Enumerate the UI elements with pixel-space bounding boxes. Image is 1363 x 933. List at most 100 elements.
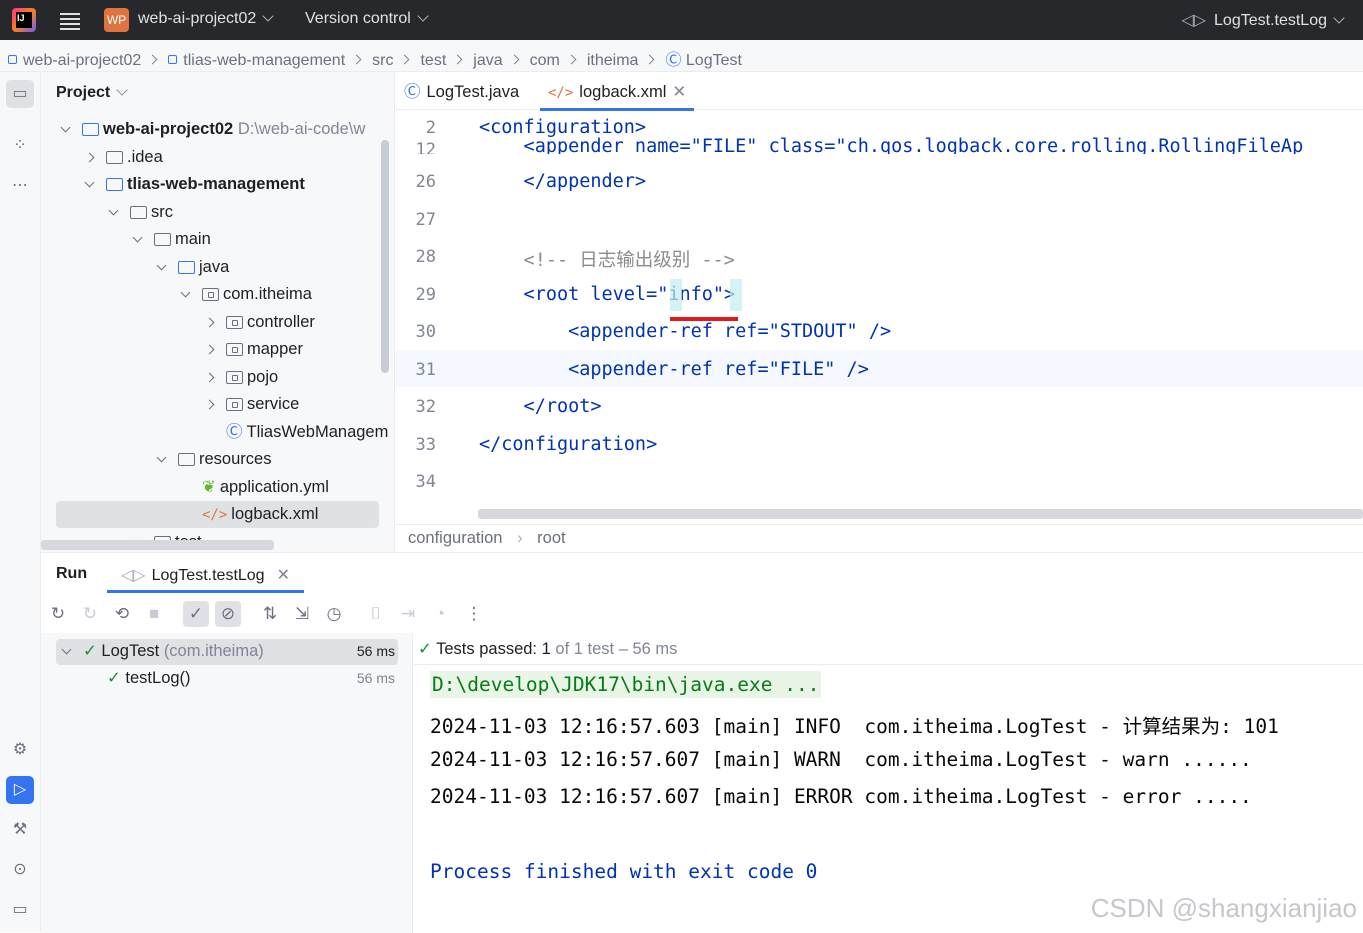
crumb-module[interactable]: tlias-web-management <box>183 52 345 69</box>
project-scrollbar[interactable] <box>381 140 389 373</box>
sort-icon[interactable]: ⇅ <box>257 601 283 627</box>
tab-logback-xml[interactable]: </> logback.xml ✕ <box>540 72 695 111</box>
xml-icon: </> <box>202 507 228 523</box>
tree-item-controller[interactable]: controller <box>204 309 315 336</box>
version-control-menu[interactable]: Version control <box>305 10 429 28</box>
crumb-java[interactable]: java <box>473 52 502 69</box>
crumb-configuration[interactable]: configuration <box>408 529 502 547</box>
code-line[interactable]: </appender> <box>479 171 647 192</box>
test-suite-logtest[interactable]: ✓ LogTest (com.itheima) 56 ms <box>61 638 395 665</box>
code-line-root[interactable]: <root level="info"> <box>479 284 736 305</box>
tree-item-src[interactable]: src <box>108 199 173 226</box>
title-bar: IJ WP web-ai-project02 Version control ◁… <box>0 0 1363 40</box>
project-badge[interactable]: WP <box>104 8 129 32</box>
folder-icon <box>154 233 171 246</box>
history-icon[interactable]: ◷ <box>321 601 347 627</box>
code-line[interactable]: </root> <box>479 396 602 417</box>
run-config-icon: ◁▷ <box>1181 12 1207 29</box>
coverage-icon[interactable]: ◔ <box>427 601 453 627</box>
folder-icon <box>82 123 99 136</box>
tree-item-com-itheima[interactable]: com.itheima <box>180 281 312 308</box>
code-comment[interactable]: <!-- 日志输出级别 --> <box>479 246 735 272</box>
import-tests-icon[interactable]: ⇲ <box>289 601 315 627</box>
tree-item-main[interactable]: main <box>132 226 211 253</box>
line-number: 2 <box>425 118 436 138</box>
code-line[interactable]: <configuration> <box>479 117 646 138</box>
code-line[interactable]: <appender-ref ref="FILE" /> <box>479 359 869 380</box>
run-toolbar: ↻ ↻ ⟲ ■ ✓ ⊘ ⇅ ⇲ ◷ ⌷ ⇥ ◔ ⋮ <box>41 595 1363 633</box>
code-line[interactable]: </configuration> <box>479 434 657 455</box>
tree-item-resources[interactable]: resources <box>156 446 271 473</box>
line-number: 29 <box>415 285 436 305</box>
tree-item-logback-xml[interactable]: </> logback.xml <box>202 501 318 528</box>
yaml-leaf-icon: ❦ <box>202 478 216 496</box>
services-icon[interactable]: ⚙ <box>6 736 34 764</box>
project-folder-icon[interactable]: ▭ <box>6 80 34 108</box>
line-number: 12 <box>415 140 436 154</box>
toggle-auto-test-icon[interactable]: ⟲ <box>109 601 135 627</box>
run-icon[interactable]: ▷ <box>6 776 34 804</box>
error-underline <box>670 317 738 321</box>
close-icon[interactable]: ✕ <box>672 83 686 101</box>
project-panel-title[interactable]: Project <box>56 84 128 102</box>
chevron-down-icon <box>116 84 128 96</box>
export-icon[interactable]: ⇥ <box>395 601 421 627</box>
test-results-tree: ✓ LogTest (com.itheima) 56 ms ✓ testLog(… <box>41 633 413 933</box>
line-number: 34 <box>415 472 436 492</box>
test-case-testlog[interactable]: ✓ testLog() 56 ms <box>107 665 395 692</box>
show-ignored-icon[interactable]: ⊘ <box>215 601 241 627</box>
crumb-root[interactable]: root <box>537 529 565 547</box>
crumb-itheima[interactable]: itheima <box>587 52 639 69</box>
close-icon[interactable]: ✕ <box>277 567 290 584</box>
test-status-bar: ✓ Tests passed: 1 of 1 test – 56 ms <box>414 633 1363 665</box>
terminal-icon[interactable]: ▭ <box>6 896 34 924</box>
camera-icon[interactable]: ⌷ <box>363 601 389 627</box>
chevron-down-icon <box>262 10 274 22</box>
code-line-sticky[interactable]: <appender name="FILE" class="ch.qos.logb… <box>479 136 1363 154</box>
tree-item-application-class[interactable]: Ⓒ TliasWebManagem <box>226 419 396 446</box>
project-hscrollbar[interactable] <box>41 540 274 550</box>
quote-match-highlight <box>670 279 682 311</box>
tab-logtest-java[interactable]: Ⓒ LogTest.java <box>396 72 527 110</box>
tree-item-service[interactable]: service <box>204 391 299 418</box>
run-config-selector[interactable]: ◁▷ LogTest.testLog <box>1181 10 1345 30</box>
crumb-logtest[interactable]: LogTest <box>686 52 742 69</box>
services-play-icon[interactable]: ⊙ <box>6 856 34 884</box>
tree-item-pojo[interactable]: pojo <box>204 364 278 391</box>
tree-item-idea[interactable]: .idea <box>84 144 163 171</box>
editor-hscrollbar[interactable] <box>478 509 1363 519</box>
intellij-logo-icon[interactable]: IJ <box>12 8 36 32</box>
quote-match-highlight <box>730 279 742 311</box>
crumb-test[interactable]: test <box>420 52 446 69</box>
structure-icon[interactable]: ⁘ <box>6 132 34 160</box>
crumb-project[interactable]: web-ai-project02 <box>23 52 141 69</box>
stop-icon[interactable]: ■ <box>141 601 167 627</box>
console-line-exit: Process finished with exit code 0 <box>430 860 818 883</box>
show-passed-icon[interactable]: ✓ <box>183 601 209 627</box>
console-line-info: 2024-11-03 12:16:57.603 [main] INFO com.… <box>430 715 1279 738</box>
main-menu-icon[interactable] <box>58 10 82 30</box>
build-hammer-icon[interactable]: ⚒ <box>6 816 34 844</box>
crumb-com[interactable]: com <box>530 52 560 69</box>
tree-item-application-yml[interactable]: ❦ application.yml <box>202 474 329 501</box>
line-number: 27 <box>415 210 436 230</box>
tree-item-module[interactable]: tlias-web-management <box>84 171 305 198</box>
xml-icon: </> <box>548 85 574 101</box>
console-output[interactable]: ✓ Tests passed: 1 of 1 test – 56 ms D:\d… <box>414 633 1363 933</box>
tree-item-java[interactable]: java <box>156 254 229 281</box>
tree-item-mapper[interactable]: mapper <box>204 336 303 363</box>
left-toolbar: ▭ ⁘ ⋯ ⚙ ▷ ⚒ ⊙ ▭ <box>0 72 41 932</box>
package-icon <box>226 398 243 411</box>
source-folder-icon <box>178 261 195 274</box>
crumb-src[interactable]: src <box>372 52 393 69</box>
tab-run-logtest[interactable]: ◁▷ LogTest.testLog ✕ <box>121 565 290 585</box>
resources-folder-icon <box>178 453 195 466</box>
tree-item-project-root[interactable]: web-ai-project02 D:\web-ai-code\w <box>60 116 365 143</box>
more-icon[interactable]: ⋯ <box>6 172 34 200</box>
rerun-failed-icon[interactable]: ↻ <box>77 601 103 627</box>
class-icon: Ⓒ <box>404 83 421 101</box>
code-line[interactable]: <appender-ref ref="STDOUT" /> <box>479 321 891 342</box>
project-switcher[interactable]: web-ai-project02 <box>138 10 274 28</box>
rerun-icon[interactable]: ↻ <box>45 601 71 627</box>
more-options-icon[interactable]: ⋮ <box>461 601 487 627</box>
